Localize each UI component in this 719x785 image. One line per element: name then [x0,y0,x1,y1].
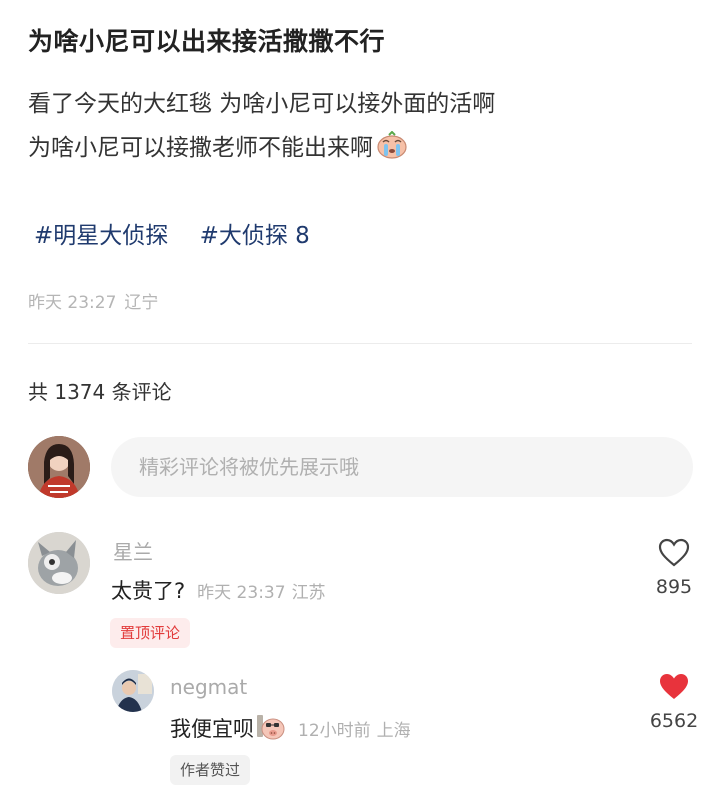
like-count: 895 [655,576,693,598]
reply-time: 12小时前 [298,721,371,741]
heart-filled-icon[interactable] [658,674,690,706]
reply-text: 我便宜呗 [170,717,254,741]
author-liked-badge: 作者赞过 [170,755,251,785]
comment-like[interactable]: 895 [644,538,704,598]
reply-row: 我便宜呗 12小时前 上海 [170,712,411,743]
reply-like[interactable]: 6562 [644,672,704,732]
pig-emoji-icon [256,712,286,742]
section-divider [28,343,692,344]
reply-location: 上海 [376,721,411,741]
comment-location: 江苏 [291,583,326,603]
post-meta: 昨天 23:27 辽宁 [28,288,166,313]
hashtag-link-2[interactable]: #大侦探 8 [200,223,310,249]
pinned-badge: 置顶评论 [110,618,191,648]
reply-like-count: 6562 [649,710,699,732]
post-time: 昨天 23:27 [28,293,117,313]
hashtag-link-1[interactable]: #明星大侦探 [34,223,168,249]
comment-input-box[interactable] [111,437,693,497]
commenter-avatar[interactable] [28,532,90,594]
hashtag-row: #明星大侦探 #大侦探 8 [34,216,334,250]
post-body-line-2-text: 为啥小尼可以接撒老师不能出来啊 [28,135,373,161]
comment-row: 太贵了? 昨天 23:37 江苏 [111,575,326,605]
post-title: 为啥小尼可以出来接活撒撒不行 [28,27,386,56]
comment-input[interactable] [111,437,659,497]
current-user-avatar[interactable] [28,436,90,498]
post-location: 辽宁 [124,293,159,313]
post-body-line-1: 看了今天的大红毯 为啥小尼可以接外面的活啊 [28,91,496,117]
comment-count: 共 1374 条评论 [28,380,172,404]
reply-user-name[interactable]: negmat [170,675,247,699]
comment-text: 太贵了? [111,579,186,603]
heart-outline-icon[interactable] [658,538,690,572]
crying-emoji-icon [375,130,409,159]
commenter-name[interactable]: 星兰 [113,536,153,565]
comment-time: 昨天 23:37 [197,583,286,603]
reply-user-avatar[interactable] [112,670,154,712]
post-body-line-2: 为啥小尼可以接撒老师不能出来啊 [28,128,409,162]
